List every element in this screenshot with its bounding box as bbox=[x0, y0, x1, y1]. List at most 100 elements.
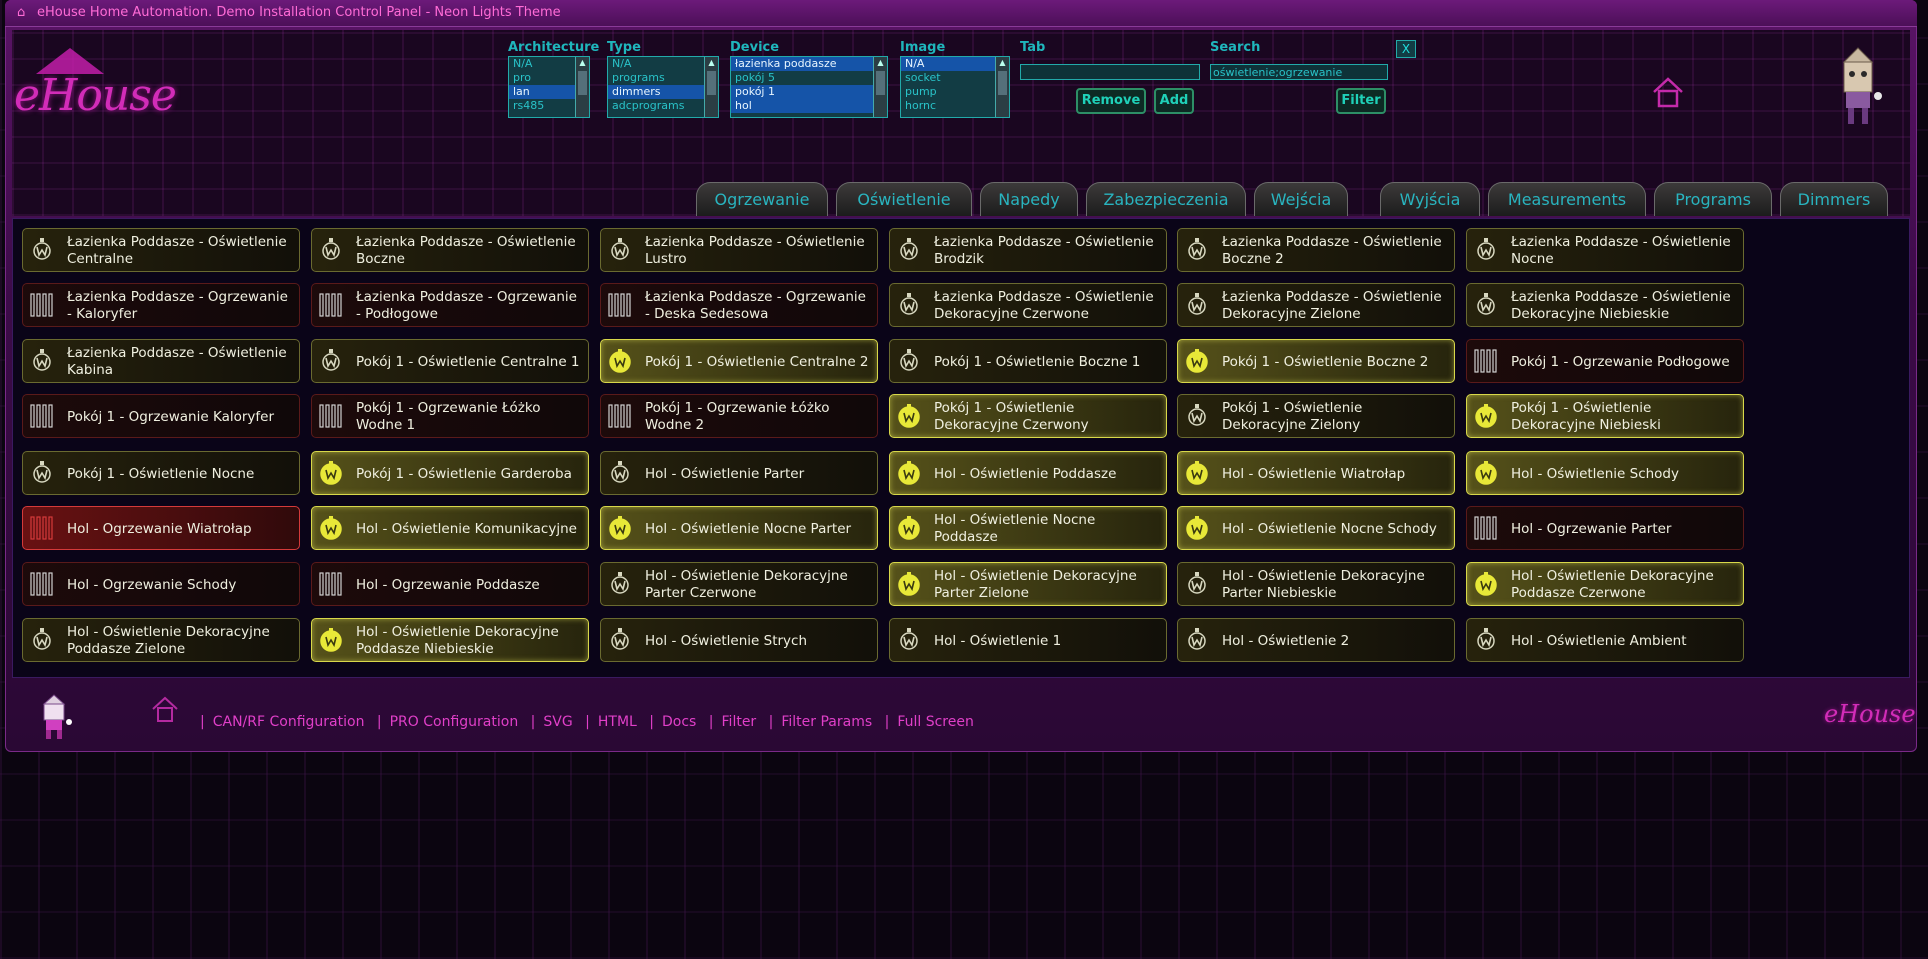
device-tile[interactable]: Hol - Ogrzewanie Wiatrołap bbox=[22, 506, 300, 550]
device-tile[interactable]: Pokój 1 - Ogrzewanie Kaloryfer bbox=[22, 394, 300, 438]
device-tile[interactable]: Pokój 1 - Oświetlenie Centralne 2 bbox=[600, 339, 878, 383]
ehouse-logo[interactable]: eHouse bbox=[14, 48, 184, 128]
device-tile[interactable]: Hol - Oświetlenie Strych bbox=[600, 618, 878, 662]
device-tile[interactable]: Łazienka Poddasze - Oświetlenie Centraln… bbox=[22, 228, 300, 272]
device-tile[interactable]: Hol - Ogrzewanie Poddasze bbox=[311, 562, 589, 606]
scroll-thumb[interactable] bbox=[707, 71, 716, 95]
image-option[interactable]: hornc bbox=[901, 99, 1009, 113]
device-tile[interactable]: Pokój 1 - Oświetlenie Dekoracyjne Czerwo… bbox=[889, 394, 1167, 438]
tab-wejscia[interactable]: Wejścia bbox=[1254, 182, 1348, 216]
device-tile[interactable]: Pokój 1 - Oświetlenie Dekoracyjne Zielon… bbox=[1177, 394, 1455, 438]
device-tile[interactable]: Łazienka Poddasze - Ogrzewanie - Deska S… bbox=[600, 283, 878, 327]
device-tile[interactable]: Pokój 1 - Oświetlenie Garderoba bbox=[311, 451, 589, 495]
device-tile[interactable]: Hol - Oświetlenie Dekoracyjne Poddasze N… bbox=[311, 618, 589, 662]
tab-napedy[interactable]: Napedy bbox=[980, 182, 1078, 216]
device-tile[interactable]: Hol - Oświetlenie Schody bbox=[1466, 451, 1744, 495]
scroll-up-icon[interactable]: ▲ bbox=[874, 57, 887, 69]
device-tile[interactable]: Hol - Oświetlenie Ambient bbox=[1466, 618, 1744, 662]
device-tile[interactable]: Hol - Oświetlenie Dekoracyjne Poddasze C… bbox=[1466, 562, 1744, 606]
link-can-rf-configuration[interactable]: CAN/RF Configuration bbox=[213, 714, 365, 730]
device-tile[interactable]: Hol - Oświetlenie Parter bbox=[600, 451, 878, 495]
image-listbox[interactable]: N/A socket pump hornc ▲ bbox=[900, 56, 1010, 118]
device-tile[interactable]: Łazienka Poddasze - Ogrzewanie - Kaloryf… bbox=[22, 283, 300, 327]
device-tile[interactable]: Łazienka Poddasze - Oświetlenie Dekoracy… bbox=[889, 283, 1167, 327]
link-svg[interactable]: SVG bbox=[543, 714, 572, 730]
search-input[interactable]: oświetlenie;ogrzewanie bbox=[1210, 64, 1388, 80]
device-tile[interactable]: Hol - Ogrzewanie Schody bbox=[22, 562, 300, 606]
device-tile[interactable]: Hol - Oświetlenie Dekoracyjne Parter Cze… bbox=[600, 562, 878, 606]
device-tile[interactable]: Łazienka Poddasze - Oświetlenie Boczne 2 bbox=[1177, 228, 1455, 272]
footer-logo[interactable]: eHouse bbox=[1824, 700, 1916, 728]
device-listbox[interactable]: łazienka poddasze pokój 5 pokój 1 hol ▲ bbox=[730, 56, 888, 118]
link-filter[interactable]: Filter bbox=[722, 714, 757, 730]
link-filter-params[interactable]: Filter Params bbox=[781, 714, 872, 730]
device-tile[interactable]: Pokój 1 - Ogrzewanie Podłogowe bbox=[1466, 339, 1744, 383]
type-option-selected[interactable]: dimmers bbox=[608, 85, 718, 99]
link-html[interactable]: HTML bbox=[598, 714, 637, 730]
type-option[interactable]: N/A bbox=[608, 57, 718, 71]
device-tile[interactable]: Łazienka Poddasze - Oświetlenie Kabina bbox=[22, 339, 300, 383]
image-option-selected[interactable]: N/A bbox=[901, 57, 1009, 71]
device-tile[interactable]: Pokój 1 - Oświetlenie Boczne 2 bbox=[1177, 339, 1455, 383]
tab-wyjscia[interactable]: Wyjścia bbox=[1380, 182, 1480, 216]
device-tile[interactable]: Łazienka Poddasze - Oświetlenie Brodzik bbox=[889, 228, 1167, 272]
device-tile[interactable]: Pokój 1 - Oświetlenie Nocne bbox=[22, 451, 300, 495]
type-option[interactable]: programs bbox=[608, 71, 718, 85]
home-icon[interactable] bbox=[1650, 74, 1686, 110]
device-option-selected[interactable]: pokój 1 bbox=[731, 85, 887, 99]
add-button[interactable]: Add bbox=[1154, 88, 1194, 114]
scroll-up-icon[interactable]: ▲ bbox=[576, 57, 589, 69]
scroll-up-icon[interactable]: ▲ bbox=[996, 57, 1009, 69]
link-docs[interactable]: Docs bbox=[662, 714, 696, 730]
device-scrollbar[interactable]: ▲ bbox=[873, 57, 887, 117]
device-tile[interactable]: Hol - Oświetlenie Wiatrołap bbox=[1177, 451, 1455, 495]
tab-input[interactable] bbox=[1020, 64, 1200, 80]
image-scrollbar[interactable]: ▲ bbox=[995, 57, 1009, 117]
link-pro-configuration[interactable]: PRO Configuration bbox=[390, 714, 519, 730]
scroll-thumb[interactable] bbox=[578, 71, 587, 95]
device-tile[interactable]: Pokój 1 - Oświetlenie Boczne 1 bbox=[889, 339, 1167, 383]
tab-zabezpieczenia[interactable]: Zabezpieczenia bbox=[1086, 182, 1246, 216]
device-tile[interactable]: Hol - Oświetlenie Dekoracyjne Parter Zie… bbox=[889, 562, 1167, 606]
device-tile[interactable]: Hol - Oświetlenie Nocne Parter bbox=[600, 506, 878, 550]
close-filter-button[interactable]: X bbox=[1396, 40, 1416, 58]
type-listbox[interactable]: N/A programs dimmers adcprograms ▲ bbox=[607, 56, 719, 118]
device-option-selected[interactable]: hol bbox=[731, 99, 887, 113]
device-tile[interactable]: Hol - Oświetlenie Dekoracyjne Poddasze Z… bbox=[22, 618, 300, 662]
remove-button[interactable]: Remove bbox=[1076, 88, 1146, 114]
tab-ogrzewanie[interactable]: Ogrzewanie bbox=[696, 182, 828, 216]
device-tile[interactable]: Pokój 1 - Ogrzewanie Łóżko Wodne 1 bbox=[311, 394, 589, 438]
type-option[interactable]: adcprograms bbox=[608, 99, 718, 113]
scroll-thumb[interactable] bbox=[876, 71, 885, 95]
device-tile[interactable]: Łazienka Poddasze - Oświetlenie Lustro bbox=[600, 228, 878, 272]
device-tile[interactable]: Pokój 1 - Ogrzewanie Łóżko Wodne 2 bbox=[600, 394, 878, 438]
device-tile[interactable]: Pokój 1 - Oświetlenie Centralne 1 bbox=[311, 339, 589, 383]
device-tile[interactable]: Hol - Oświetlenie Komunikacyjne bbox=[311, 506, 589, 550]
device-tile[interactable]: Hol - Oświetlenie 2 bbox=[1177, 618, 1455, 662]
tab-oswietlenie[interactable]: Oświetlenie bbox=[836, 182, 972, 216]
device-tile[interactable]: Łazienka Poddasze - Oświetlenie Nocne bbox=[1466, 228, 1744, 272]
tab-dimmers[interactable]: Dimmers bbox=[1780, 182, 1888, 216]
device-tile[interactable]: Hol - Oświetlenie 1 bbox=[889, 618, 1167, 662]
device-tile[interactable]: Łazienka Poddasze - Oświetlenie Dekoracy… bbox=[1466, 283, 1744, 327]
device-tile[interactable]: Łazienka Poddasze - Oświetlenie Boczne bbox=[311, 228, 589, 272]
tab-measurements[interactable]: Measurements bbox=[1488, 182, 1646, 216]
device-option[interactable]: pokój 5 bbox=[731, 71, 887, 85]
device-option-selected[interactable]: łazienka poddasze bbox=[731, 57, 887, 71]
device-tile[interactable]: Hol - Ogrzewanie Parter bbox=[1466, 506, 1744, 550]
footer-home-icon[interactable] bbox=[150, 694, 180, 724]
device-tile[interactable]: Hol - Oświetlenie Poddasze bbox=[889, 451, 1167, 495]
image-option[interactable]: pump bbox=[901, 85, 1009, 99]
filter-button[interactable]: Filter bbox=[1336, 88, 1386, 114]
device-tile[interactable]: Pokój 1 - Oświetlenie Dekoracyjne Niebie… bbox=[1466, 394, 1744, 438]
scroll-up-icon[interactable]: ▲ bbox=[705, 57, 718, 69]
device-tile[interactable]: Łazienka Poddasze - Ogrzewanie - Podłogo… bbox=[311, 283, 589, 327]
device-tile[interactable]: Hol - Oświetlenie Nocne Schody bbox=[1177, 506, 1455, 550]
device-tile[interactable]: Łazienka Poddasze - Oświetlenie Dekoracy… bbox=[1177, 283, 1455, 327]
link-full-screen[interactable]: Full Screen bbox=[897, 714, 974, 730]
architecture-scrollbar[interactable]: ▲ bbox=[575, 57, 589, 117]
type-scrollbar[interactable]: ▲ bbox=[704, 57, 718, 117]
tab-programs[interactable]: Programs bbox=[1654, 182, 1772, 216]
device-tile[interactable]: Hol - Oświetlenie Nocne Poddasze bbox=[889, 506, 1167, 550]
device-tile[interactable]: Hol - Oświetlenie Dekoracyjne Parter Nie… bbox=[1177, 562, 1455, 606]
